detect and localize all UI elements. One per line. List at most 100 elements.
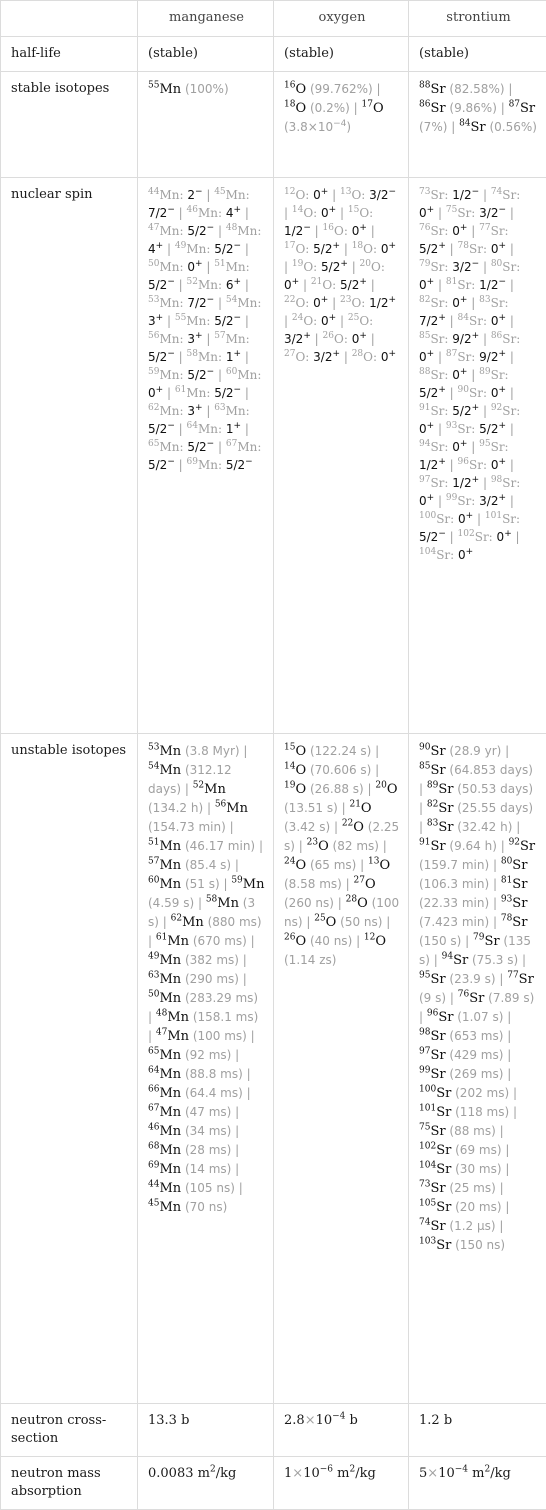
separator: | <box>336 314 348 328</box>
spin-value: 5/2+ <box>452 404 479 418</box>
half-life: (69 ms) <box>451 1143 501 1157</box>
element-symbol: Sr <box>436 1238 451 1253</box>
mass-number: 28 <box>346 895 357 905</box>
separator: | <box>163 386 175 400</box>
spin-entry: 49Mn: 5/2− <box>175 242 241 256</box>
parity: + <box>195 259 203 269</box>
mass-number: 74 <box>491 187 502 197</box>
mass-number: 67 <box>148 1104 159 1114</box>
mass-number: 91 <box>419 403 430 413</box>
mass-number: 82 <box>427 800 438 810</box>
element-symbol: Sr <box>430 1124 445 1139</box>
element-symbol: Sr <box>436 1086 451 1101</box>
separator: | <box>503 1029 511 1043</box>
mass-number: 24 <box>292 313 303 323</box>
isotope-entry: 14O (70.606 s) <box>284 763 371 778</box>
isotope-entry: 44Mn (105 ns) <box>148 1181 235 1196</box>
mass-number: 25 <box>348 313 359 323</box>
spin-value: 0+ <box>148 386 163 400</box>
spin-entry: 93Sr: 5/2+ <box>446 422 506 436</box>
element-symbol: Mn <box>159 972 181 987</box>
mass-number: 98 <box>491 475 502 485</box>
mass-number: 92 <box>509 838 520 848</box>
spin-value: 5/2− <box>187 440 214 454</box>
spin-entry: 23O: 1/2+ <box>340 296 396 310</box>
parity: + <box>388 241 396 251</box>
spin-entry: 46Mn: 4+ <box>187 206 242 220</box>
spin-entry: 65Mn: 5/2− <box>148 440 214 454</box>
half-life: (429 ms) <box>446 1048 504 1062</box>
element-symbol: Sr: <box>491 296 509 310</box>
separator: | <box>231 1048 239 1062</box>
isotope-entry: 50Mn (283.29 ms) <box>148 991 258 1006</box>
isotope-entry: 95Sr (23.9 s) <box>419 972 496 987</box>
separator: | <box>467 368 479 382</box>
half-life-manganese: (stable) <box>138 37 274 72</box>
mass-number: 81 <box>446 277 457 287</box>
element-symbol: Sr <box>520 101 535 116</box>
parity: − <box>438 529 446 539</box>
spin-entry: 55Mn: 5/2− <box>175 314 241 328</box>
mass-number: 51 <box>148 838 159 848</box>
mass-number: 49 <box>175 241 186 251</box>
mass-number: 85 <box>419 762 430 772</box>
unstable-isotopes-strontium: 90Sr (28.9 yr) | 85Sr (64.853 days) | 89… <box>409 734 546 1404</box>
spin-value: 6+ <box>226 278 241 292</box>
half-life-row: half-life (stable) (stable) (stable) <box>1 37 546 72</box>
isotope-entry: 60Mn (51 s) <box>148 877 220 892</box>
element-symbol: Sr: <box>491 440 509 454</box>
separator: | <box>350 101 362 115</box>
separator: | <box>284 206 292 220</box>
half-life: (50 ns) <box>336 915 382 929</box>
half-life: (85.4 s) <box>181 858 231 872</box>
isotope-entry: 97Sr (429 ms) <box>419 1048 503 1063</box>
spin-entry: 24O: 0+ <box>292 314 336 328</box>
parity: + <box>472 331 480 341</box>
separator: | <box>203 332 215 346</box>
element-symbol: O <box>379 858 390 873</box>
separator: | <box>447 120 459 134</box>
mass-number: 15 <box>348 205 359 215</box>
half-life: (653 ms) <box>446 1029 504 1043</box>
separator: | <box>284 314 292 328</box>
spin-value: 5/2+ <box>419 242 446 256</box>
element-symbol: Sr <box>436 1162 451 1177</box>
mass-number: 96 <box>458 457 469 467</box>
spin-entry: 82Sr: 0+ <box>419 296 467 310</box>
element-symbol: O: <box>295 296 313 310</box>
mass-number: 53 <box>148 743 159 753</box>
spin-value: 0+ <box>419 422 434 436</box>
parity: + <box>340 259 348 269</box>
element-symbol: O: <box>295 188 313 202</box>
mass-number: 57 <box>214 331 225 341</box>
isotope-entry: 25O (50 ns) <box>314 915 382 930</box>
element-symbol: Mn: <box>159 404 187 418</box>
element-symbol: O: <box>363 350 381 364</box>
separator: | <box>419 782 427 796</box>
isotope-entry: 69Mn (14 ms) <box>148 1162 231 1177</box>
separator: | <box>203 404 215 418</box>
element-symbol: Sr: <box>502 260 520 274</box>
element-symbol: Mn: <box>226 188 250 202</box>
element-symbol: Sr: <box>430 368 452 382</box>
element-symbol: Sr: <box>491 224 509 238</box>
mass-number: 47 <box>156 1028 167 1038</box>
parity: + <box>388 295 396 305</box>
spin-entry: 78Sr: 0+ <box>458 242 506 256</box>
element-symbol: O: <box>334 332 352 346</box>
mass-number: 74 <box>419 1218 430 1228</box>
spin-entry: 13O: 3/2− <box>340 188 396 202</box>
mass-number: 79 <box>419 259 430 269</box>
mass-number: 47 <box>148 223 159 233</box>
spin-value: 5/2− <box>148 422 175 436</box>
half-life: (51 s) <box>181 877 220 891</box>
stable-isotopes-strontium: 88Sr (82.58%) | 86Sr (9.86%) | 87Sr (7%)… <box>409 72 546 178</box>
mass-number: 14 <box>284 762 295 772</box>
element-symbol: Sr <box>430 972 445 987</box>
isotope-entry: 89Sr (50.53 days) <box>427 782 533 797</box>
parity: + <box>388 349 396 359</box>
half-life: (1.14 zs) <box>284 953 336 967</box>
element-symbol: Sr <box>520 839 535 854</box>
element-symbol: Mn: <box>159 224 187 238</box>
element-symbol: Mn <box>159 82 181 97</box>
